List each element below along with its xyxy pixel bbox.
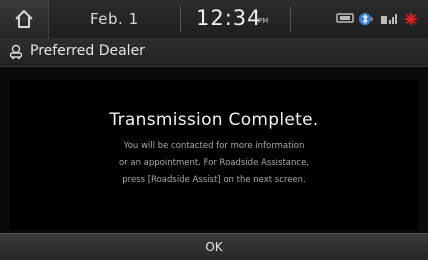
message-panel: Transmission Complete. You will be conta… [10,80,418,230]
signal-icon [381,14,397,24]
message-line: You will be contacted for more informati… [123,141,305,151]
date-display: Feb. 1 [90,10,139,28]
status-divider [290,6,291,32]
ok-button[interactable]: OK [0,233,428,260]
clock-time: 12:34 [196,6,262,30]
clock-ampm: PM [258,17,269,25]
message-line: press [Roadside Assist] on the next scre… [122,175,306,185]
home-icon [15,10,33,28]
status-divider [180,6,181,32]
status-icons [336,12,418,26]
title-bar: Preferred Dealer [0,38,428,67]
dealer-icon [9,44,23,60]
page-title: Preferred Dealer [30,43,145,59]
ok-button-label: OK [205,240,223,254]
message-body: You will be contacted for more informati… [10,138,418,189]
message-heading: Transmission Complete. [109,110,319,130]
bluetooth-icon [359,13,374,25]
phone-icon [336,13,354,23]
screen: Feb. 1 12:34 PM Preferred Dealer Transmi… [0,0,428,260]
message-line: or an appointment. For Roadside Assistan… [118,158,310,168]
status-bar: Feb. 1 12:34 PM [0,0,428,38]
alert-icon [405,13,417,25]
home-button[interactable] [0,0,49,38]
